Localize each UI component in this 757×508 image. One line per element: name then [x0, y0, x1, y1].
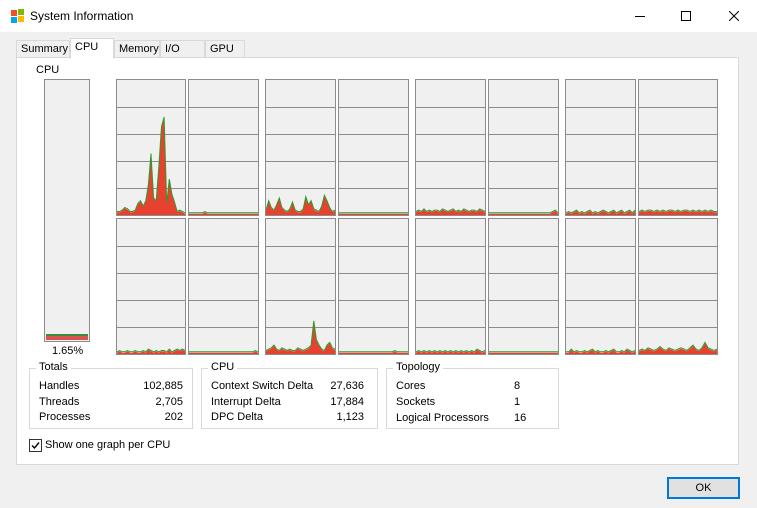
- processes-value: 202: [164, 411, 183, 423]
- cpu-graph-6: [565, 79, 636, 216]
- cpu-usage-percent: 1.65%: [52, 345, 84, 357]
- logical-processors-label: Logical Processors: [396, 412, 489, 424]
- cpu-usage-bar: [44, 79, 90, 342]
- cpu-graph-plot: [339, 107, 408, 215]
- cpu-graph-9: [188, 218, 259, 355]
- checkmark-icon: [31, 442, 40, 450]
- cpu-graph-14: [565, 218, 636, 355]
- cpu-graph-plot: [489, 246, 558, 354]
- cpu-graph-3: [338, 79, 409, 216]
- tab-summary[interactable]: Summary: [16, 40, 70, 58]
- context-switch-delta-value: 27,636: [330, 380, 364, 392]
- topology-group-title: Topology: [393, 361, 444, 373]
- cpu-graph-plot: [117, 246, 185, 354]
- maximize-icon: [681, 11, 691, 21]
- tab-io[interactable]: I/O: [160, 40, 205, 58]
- cpu-graph-10: [265, 218, 336, 355]
- handles-value: 102,885: [143, 380, 183, 392]
- handles-label: Handles: [39, 380, 80, 392]
- processes-label: Processes: [39, 411, 91, 423]
- total-time-line: [566, 348, 635, 353]
- kernel-time-area: [639, 210, 717, 215]
- cores-label: Cores: [396, 380, 426, 392]
- show-one-graph-label[interactable]: Show one graph per CPU: [45, 439, 170, 451]
- cpu-graph-plot: [566, 107, 635, 215]
- cpu-stats-group-title: CPU: [208, 361, 238, 373]
- kernel-time-area: [339, 213, 408, 215]
- tab-cpu[interactable]: CPU: [70, 38, 114, 59]
- system-information-window: System Information Summary CPU Memory I/…: [0, 0, 757, 508]
- cpu-graph-plot: [266, 107, 335, 215]
- cores-value: 8: [514, 380, 521, 392]
- interrupt-delta-value: 17,884: [330, 396, 364, 408]
- cpu-graph-plot: [117, 107, 185, 215]
- window-title: System Information: [30, 9, 134, 23]
- interrupt-delta-label: Interrupt Delta: [211, 396, 281, 408]
- sockets-value: 1: [514, 396, 521, 408]
- dpc-delta-label: DPC Delta: [211, 411, 263, 423]
- cpu-graph-1: [188, 79, 259, 216]
- cpu-graph-13: [488, 218, 559, 355]
- cpu-graph-plot: [266, 246, 335, 354]
- cpu-usage-bar-fill: [46, 334, 88, 340]
- cpu-graph-0: [116, 79, 186, 216]
- context-switch-delta-label: Context Switch Delta: [211, 380, 314, 392]
- cpu-graph-plot: [639, 107, 717, 215]
- threads-label: Threads: [39, 396, 80, 408]
- cpu-graph-5: [488, 79, 559, 216]
- app-window-icon: [11, 9, 24, 23]
- total-time-line: [189, 210, 258, 214]
- total-time-line: [489, 209, 558, 214]
- cpu-graph-plot: [566, 246, 635, 354]
- cpu-graph-8: [116, 218, 186, 355]
- close-icon: [729, 11, 739, 21]
- minimize-button[interactable]: [617, 0, 663, 32]
- cpu-graph-plot: [639, 246, 717, 354]
- cpu-graph-7: [638, 79, 718, 216]
- total-time-line: [189, 349, 258, 353]
- cpu-graph-11: [338, 218, 409, 355]
- minimize-icon: [635, 16, 645, 17]
- logical-processors-value: 16: [514, 412, 527, 424]
- cpu-usage-label: CPU: [36, 64, 60, 76]
- title-bar[interactable]: System Information: [0, 0, 757, 32]
- cpu-graph-plot: [416, 246, 485, 354]
- kernel-time-area: [489, 352, 558, 354]
- maximize-button[interactable]: [663, 0, 709, 32]
- cpu-graph-12: [415, 218, 486, 355]
- cpu-graph-2: [265, 79, 336, 216]
- cpu-graph-plot: [489, 107, 558, 215]
- total-time-line: [339, 349, 408, 353]
- cpu-graph-plot: [416, 107, 485, 215]
- cpu-graph-15: [638, 218, 718, 355]
- tab-memory[interactable]: Memory: [114, 40, 160, 58]
- kernel-time-area: [117, 117, 185, 215]
- sockets-label: Sockets: [396, 396, 436, 408]
- tab-gpu[interactable]: GPU: [205, 40, 245, 58]
- close-button[interactable]: [711, 0, 757, 32]
- cpu-graph-plot: [189, 246, 258, 354]
- cpu-graph-plot: [339, 246, 408, 354]
- cpu-graph-4: [415, 79, 486, 216]
- show-one-graph-checkbox[interactable]: [29, 439, 42, 452]
- totals-group-title: Totals: [36, 361, 71, 373]
- cpu-graph-plot: [189, 107, 258, 215]
- dpc-delta-value: 1,123: [336, 411, 364, 423]
- total-time-line: [266, 320, 335, 352]
- ok-button[interactable]: OK: [667, 477, 740, 499]
- threads-value: 2,705: [155, 396, 183, 408]
